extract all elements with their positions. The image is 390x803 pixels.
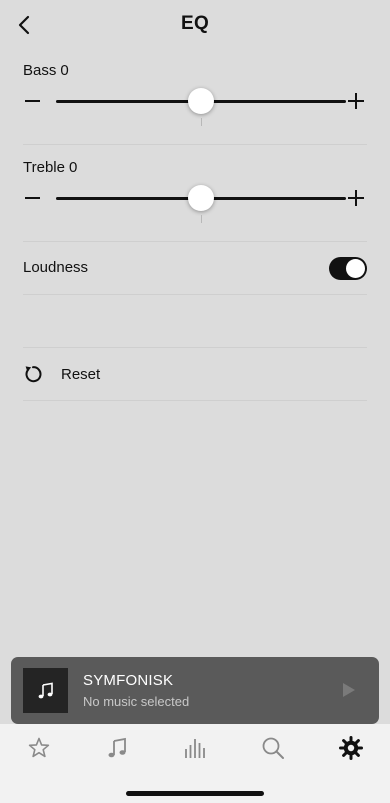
loudness-toggle[interactable] <box>329 257 367 280</box>
bass-slider[interactable] <box>56 88 346 114</box>
treble-increase-button[interactable] <box>345 186 367 210</box>
bass-increase-button[interactable] <box>345 89 367 113</box>
reset-icon <box>25 366 42 383</box>
bass-slider-thumb[interactable] <box>188 88 214 114</box>
treble-value: 0 <box>68 159 78 176</box>
search-icon[interactable] <box>261 736 285 760</box>
reset-label: Reset <box>61 366 101 383</box>
tab-bar <box>0 724 390 803</box>
gear-icon[interactable] <box>339 736 363 760</box>
equalizer-icon[interactable] <box>183 736 207 760</box>
loudness-label: Loudness <box>23 259 89 276</box>
divider-spacer <box>23 295 367 348</box>
bass-value: 0 <box>60 62 69 79</box>
home-indicator <box>126 791 264 796</box>
toggle-knob <box>346 259 365 278</box>
treble-label: Treble <box>23 159 65 176</box>
bass-label: Bass <box>23 62 57 79</box>
reset-button[interactable]: Reset <box>23 348 367 401</box>
treble-slider[interactable] <box>56 185 346 211</box>
album-art <box>23 668 68 713</box>
loudness-row: Loudness <box>23 242 367 295</box>
treble-section: Treble 0 <box>23 145 367 242</box>
player-subtitle: No music selected <box>83 694 190 709</box>
eq-settings: Bass 0 Treble 0 Loudness Reset <box>23 48 367 401</box>
star-icon[interactable] <box>27 736 51 760</box>
treble-slider-thumb[interactable] <box>188 185 214 211</box>
header: EQ <box>0 0 390 48</box>
bass-decrease-button[interactable] <box>23 89 43 113</box>
play-icon[interactable] <box>341 681 357 699</box>
bass-section: Bass 0 <box>23 48 367 145</box>
player-title: SYMFONISK <box>83 672 174 689</box>
treble-center-tick <box>200 215 202 223</box>
mini-player[interactable]: SYMFONISK No music selected <box>11 657 379 724</box>
page-title: EQ <box>180 13 210 34</box>
music-note-icon <box>38 682 53 698</box>
treble-decrease-button[interactable] <box>23 186 43 210</box>
music-note-icon[interactable] <box>105 736 129 760</box>
bass-center-tick <box>200 118 202 126</box>
